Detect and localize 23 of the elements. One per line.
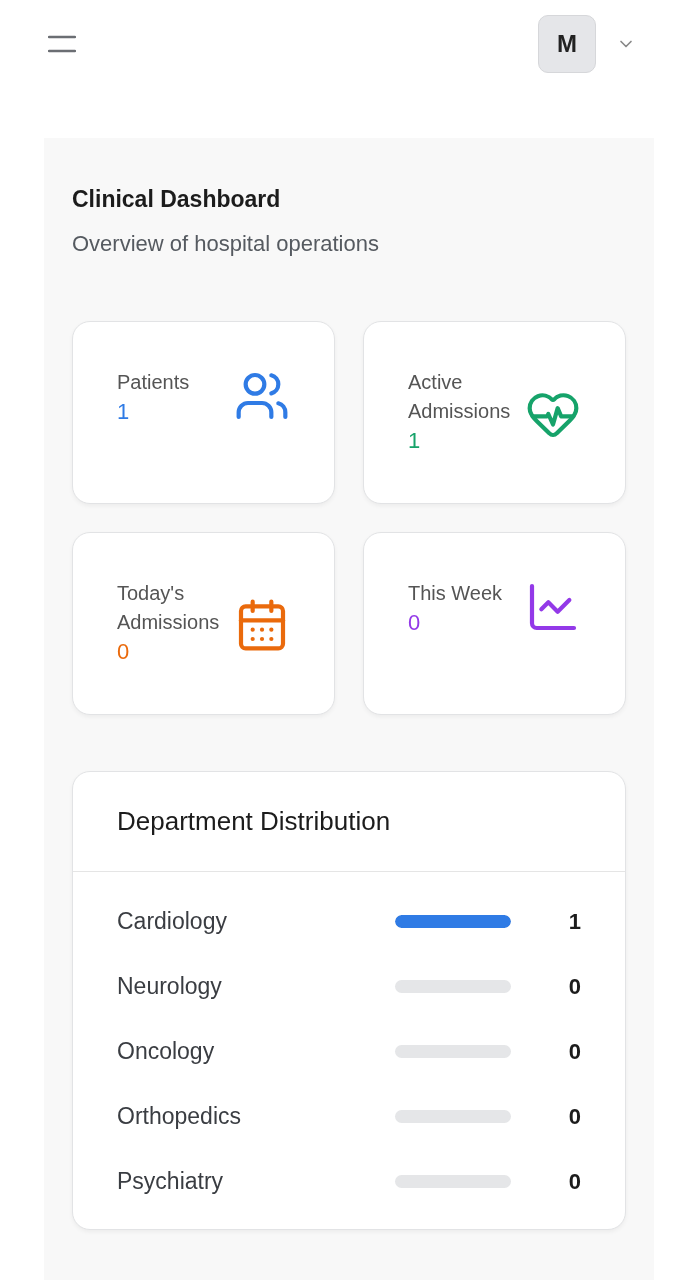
department-name: Cardiology	[117, 908, 228, 935]
stat-value: 1	[117, 398, 131, 426]
stat-label: This Week	[408, 581, 503, 606]
card-title: Department Distribution	[117, 806, 392, 837]
department-name: Oncology	[117, 1038, 216, 1065]
department-name: Orthopedics	[117, 1103, 242, 1130]
stat-label: Today's Admissions	[117, 581, 221, 635]
stat-value: 0	[408, 609, 422, 637]
department-count: 0	[567, 1103, 581, 1130]
avatar-button[interactable]: M	[538, 15, 596, 73]
department-name: Psychiatry	[117, 1168, 225, 1195]
department-count: 0	[567, 1168, 581, 1195]
menu-icon[interactable]	[48, 35, 76, 53]
department-name: Neurology	[117, 973, 223, 1000]
stat-label: Active Admissions	[408, 370, 512, 424]
department-count: 1	[567, 908, 581, 935]
stat-label: Patients	[117, 370, 190, 395]
page-title: Clinical Dashboard	[72, 186, 282, 213]
department-count: 0	[567, 973, 581, 1000]
stat-value: 0	[117, 638, 131, 666]
page-subtitle: Overview of hospital operations	[72, 231, 380, 257]
department-count: 0	[567, 1038, 581, 1065]
stat-value: 1	[408, 427, 422, 455]
